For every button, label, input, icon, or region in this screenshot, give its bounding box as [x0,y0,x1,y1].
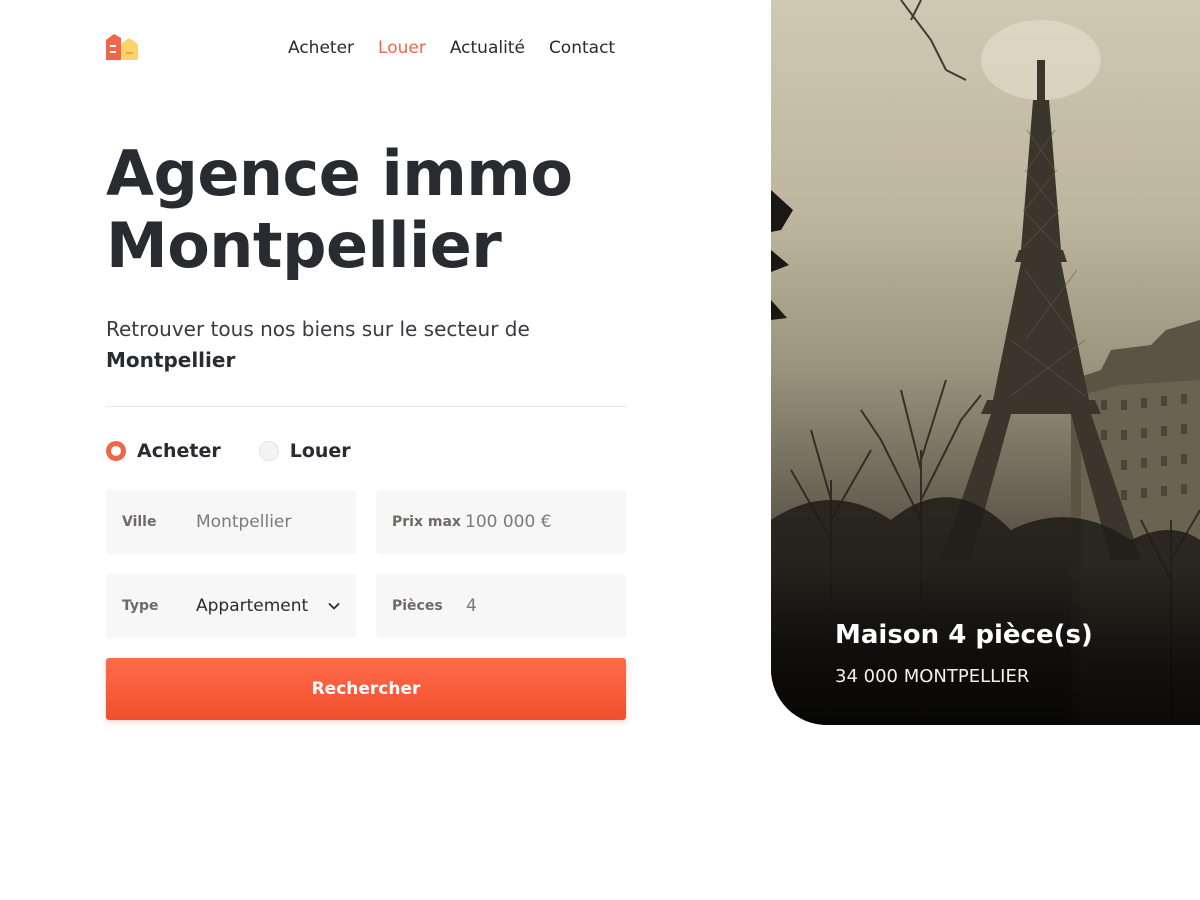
type-value[interactable]: Appartement [196,596,308,616]
radio-selected-icon[interactable] [106,441,126,461]
page-subtitle: Retrouver tous nos biens sur le secteur … [106,314,586,376]
page-title: Agence immo Montpellier [106,138,573,282]
chevron-down-icon[interactable] [328,601,340,611]
property-title[interactable]: Maison 4 pièce(s) [835,620,1093,650]
pieces-label: Pièces [392,598,443,614]
transaction-mode-radios: Acheter Louer [106,440,389,462]
subtitle-text: Retrouver tous nos biens sur le secteur … [106,317,530,341]
ville-label: Ville [122,514,157,530]
divider [106,406,626,407]
nav-contact[interactable]: Contact [549,37,615,59]
page-title-line-1: Agence immo [106,137,573,210]
nav-louer[interactable]: Louer [378,37,426,59]
pieces-input[interactable]: 4 [466,596,477,616]
prix-max-label: Prix max [392,514,461,530]
type-label: Type [122,598,159,614]
prix-max-input[interactable]: 100 000 € [465,512,552,532]
prix-max-field[interactable]: Prix max 100 000 € [376,490,626,554]
search-button[interactable]: Rechercher [106,658,626,720]
radio-louer-label: Louer [289,440,351,462]
radio-acheter[interactable]: Acheter [106,440,221,462]
property-location: 34 000 MONTPELLIER [835,666,1030,687]
radio-louer[interactable]: Louer [258,440,351,462]
pieces-field[interactable]: Pièces 4 [376,574,626,638]
page-title-line-2: Montpellier [106,209,502,282]
logo-icon[interactable] [106,32,140,60]
ville-field[interactable]: Ville Montpellier [106,490,356,554]
type-select[interactable]: Type Appartement [106,574,356,638]
ville-input[interactable]: Montpellier [196,512,291,532]
radio-acheter-label: Acheter [137,440,221,462]
featured-property-card[interactable]: Maison 4 pièce(s) 34 000 MONTPELLIER [771,0,1200,725]
nav-acheter[interactable]: Acheter [288,37,354,59]
nav-actualite[interactable]: Actualité [450,37,525,59]
subtitle-city: Montpellier [106,348,236,372]
radio-unselected-icon[interactable] [258,441,279,461]
main-nav: Acheter Louer Actualité Contact [288,37,615,59]
